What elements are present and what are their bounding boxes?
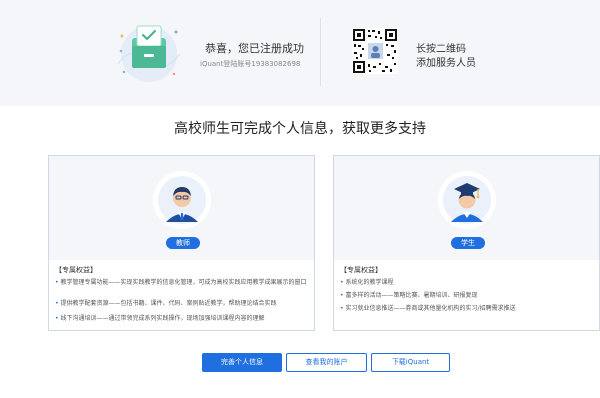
- qr-code: [352, 28, 398, 74]
- complete-profile-button[interactable]: 完善个人信息: [202, 353, 282, 372]
- header-divider: [320, 18, 321, 86]
- student-benefit-item: • 富多样的活动——策略比赛、暑期培训、研报复现: [340, 292, 478, 299]
- qr-instruction-line2: 添加服务人员: [416, 58, 476, 69]
- teacher-role-badge: 教师: [166, 237, 200, 249]
- qr-instruction-line1: 长按二维码: [416, 44, 466, 55]
- teacher-avatar-icon: [152, 170, 212, 230]
- student-avatar-icon: [437, 170, 497, 230]
- bullet-icon: •: [340, 279, 344, 286]
- bullet-icon: •: [55, 315, 59, 322]
- student-role-badge: 学生: [451, 237, 485, 249]
- bullet-icon: •: [55, 279, 59, 286]
- teacher-benefit-item: • 教学管理专属功能——实现实践教学的信息化管理，可成为高校实践应用教学成果展示的…: [55, 279, 307, 286]
- teacher-card: 教师 【专属权益】 • 教学管理专属功能——实现实践教学的信息化管理，可成为高校实…: [48, 155, 315, 331]
- student-benefit-item: • 实习就业信息推送——券商或其他量化机构的实习/招聘需求推送: [340, 305, 516, 312]
- bullet-icon: •: [340, 292, 344, 299]
- registration-success-title: 恭喜，您已注册成功: [205, 42, 304, 55]
- download-iquant-button[interactable]: 下载iQuant: [371, 353, 450, 372]
- student-benefits-title: 【专属权益】: [340, 266, 382, 274]
- page-title: 高校师生可完成个人信息，获取更多支持: [174, 121, 426, 137]
- teacher-benefit-item: • 线下沟通培训——通过带领完成系列实践操作，现场加强培训课程内容的理解: [55, 315, 265, 322]
- bullet-icon: •: [55, 300, 59, 307]
- login-account-text: iQuant登陆账号19383082698: [200, 60, 301, 68]
- student-benefit-item: • 系统化的教学课程: [340, 279, 394, 286]
- registration-success-illustration: [112, 14, 186, 84]
- student-card: 学生 【专属权益】 • 系统化的教学课程 • 富多样的活动——策略比赛、暑期培训、研…: [333, 155, 600, 331]
- teacher-benefits-title: 【专属权益】: [55, 266, 97, 274]
- bullet-icon: •: [340, 305, 344, 312]
- teacher-benefit-item: • 提供教学配套资源——包括书籍、课件、代码、案例贴近教学，帮助理论结合实践: [55, 300, 277, 307]
- view-account-button[interactable]: 查看我的账户: [286, 353, 367, 372]
